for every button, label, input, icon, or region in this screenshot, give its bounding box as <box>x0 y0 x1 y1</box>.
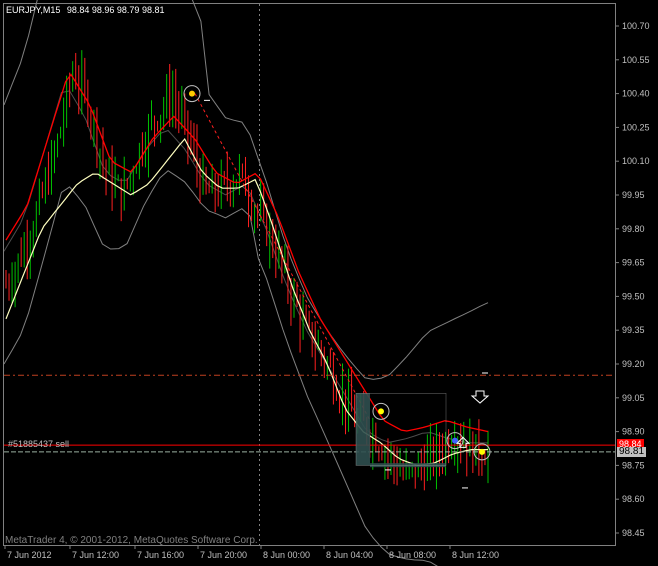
y-tick-label: 98.75 <box>622 460 645 470</box>
bollinger-lower <box>3 170 438 566</box>
moving-averages <box>5 73 489 466</box>
y-tick-label: 99.20 <box>622 359 645 369</box>
symbol-timeframe: EURJPY,M15 <box>6 5 60 15</box>
y-tick-label: 99.95 <box>622 190 645 200</box>
price-axis: 100.70 100.55 100.40 100.25 100.10 99.95 99.80… <box>615 21 650 538</box>
range-rect-left <box>356 393 370 466</box>
y-tick-label: 100.40 <box>622 89 650 99</box>
y-tick-label: 100.25 <box>622 122 650 132</box>
y-tick-label: 99.50 <box>622 291 645 301</box>
x-tick-label: 7 Jun 16:00 <box>137 550 184 560</box>
ma-fast-line <box>5 137 488 466</box>
y-tick-label: 99.35 <box>622 325 645 335</box>
x-tick-label: 7 Jun 12:00 <box>72 550 119 560</box>
bollinger-middle <box>3 90 488 444</box>
y-tick-label: 99.65 <box>622 258 645 268</box>
y-tick-label: 98.90 <box>622 427 645 437</box>
y-tick-label: 100.55 <box>622 55 650 65</box>
order-label: #51885437 sell <box>8 439 69 449</box>
trade-marker-dot <box>378 408 384 415</box>
copyright-text: MetaTrader 4, © 2001-2012, MetaQuotes So… <box>5 535 258 546</box>
trade-marker-dot <box>189 90 195 97</box>
time-axis: 7 Jun 2012 7 Jun 12:00 7 Jun 16:00 7 Jun 20… <box>4 545 499 560</box>
y-tick-label: 98.45 <box>622 528 645 538</box>
y-tick-label: 100.70 <box>622 21 650 31</box>
candle-series <box>5 50 489 491</box>
x-tick-label: 8 Jun 08:00 <box>389 550 436 560</box>
x-tick-label: 7 Jun 20:00 <box>200 550 247 560</box>
x-tick-label: 8 Jun 04:00 <box>326 550 373 560</box>
x-tick-label: 8 Jun 12:00 <box>452 550 499 560</box>
chart-objects <box>183 85 491 489</box>
ohlc-values: 98.84 98.96 98.79 98.81 <box>67 5 165 15</box>
trade-marker-dot <box>479 448 485 455</box>
y-tick-label: 100.10 <box>622 156 650 166</box>
plot-frame <box>3 3 616 546</box>
x-tick-label: 7 Jun 2012 <box>7 550 52 560</box>
sell-arrow-icon <box>470 390 490 404</box>
bid-price-tag: 98.81 <box>617 446 647 457</box>
y-tick-label: 99.05 <box>622 393 645 403</box>
y-tick-label: 99.80 <box>622 224 645 234</box>
horizontal-levels <box>4 374 615 453</box>
chart-title: EURJPY,M15 98.84 98.96 98.79 98.81 <box>6 5 164 15</box>
price-chart[interactable]: 100.70 100.55 100.40 100.25 100.10 99.95 99.80… <box>0 0 658 566</box>
y-tick-label: 98.60 <box>622 494 645 504</box>
ma-slow-line <box>5 73 489 433</box>
x-tick-label: 8 Jun 00:00 <box>263 550 310 560</box>
